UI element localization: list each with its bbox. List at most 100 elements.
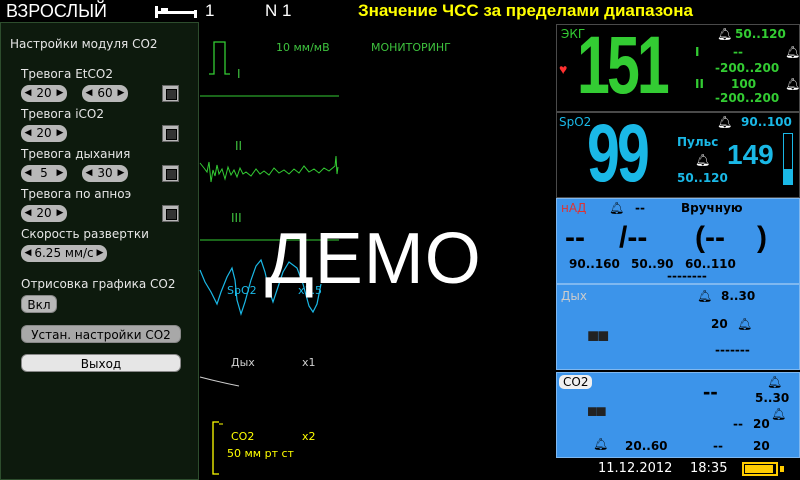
left-arrow-icon[interactable]: ◀ bbox=[23, 205, 33, 222]
etco2-alarm-checkbox[interactable] bbox=[162, 85, 179, 102]
hr-alarm-limits: 50..120 bbox=[735, 27, 786, 41]
sweep-speed-spinner[interactable]: ◀ 6.25 мм/с ▶ bbox=[21, 245, 107, 262]
nibp-systolic: -- bbox=[565, 221, 585, 254]
apnea-alarm-label: Тревога по апноэ bbox=[21, 187, 132, 201]
sweep-value: 6.25 мм/с bbox=[34, 246, 94, 260]
set-co2-settings-button[interactable]: Устан. настройки CO2 bbox=[21, 325, 181, 343]
rr-range: 20..60 bbox=[625, 439, 668, 453]
resp-high-value: 30 bbox=[97, 166, 113, 180]
resp-wave-label: Дых bbox=[231, 356, 255, 369]
monitor-mode: МОНИТОРИНГ bbox=[371, 41, 451, 54]
alarm-bell-icon: 🔔︎ bbox=[717, 115, 733, 129]
right-arrow-icon[interactable]: ▶ bbox=[55, 165, 65, 182]
sweep-label: Скорость развертки bbox=[21, 227, 149, 241]
nibp-sys-limits: 90..160 bbox=[569, 257, 620, 271]
etco2-high-value: 60 bbox=[97, 86, 113, 100]
right-arrow-icon[interactable]: ▶ bbox=[116, 85, 126, 102]
nibp-label: нАД bbox=[561, 201, 587, 215]
panel-title: Настройки модуля CO2 bbox=[10, 37, 158, 51]
resp-alarm-checkbox[interactable] bbox=[162, 165, 179, 182]
etco2-alarm-label: Тревога EtCO2 bbox=[21, 67, 113, 81]
nibp-mean-close: ) bbox=[757, 221, 767, 254]
nibp-mode: Вручную bbox=[681, 201, 743, 215]
right-arrow-icon[interactable]: ▶ bbox=[55, 125, 65, 142]
resp-panel[interactable]: Дых 🔔︎ 8..30 20 🔔︎ ■■ ------- bbox=[556, 284, 800, 370]
st-lead-2-value: 100 bbox=[731, 77, 757, 91]
pulse-label: Пульс bbox=[677, 135, 719, 149]
ecg-gain: 10 мм/мВ bbox=[276, 41, 330, 54]
apnea-spinner[interactable]: ◀ 20 ▶ bbox=[21, 205, 67, 222]
resp-alarm-limits: 8..30 bbox=[721, 289, 756, 303]
battery-tip bbox=[780, 466, 784, 472]
co2-wave-range: 50 мм рт ст bbox=[227, 447, 294, 460]
co2-wave-scale: x2 bbox=[302, 430, 316, 443]
ico2-alarm-checkbox[interactable] bbox=[162, 125, 179, 142]
alarm-bell-icon: 🔔︎ bbox=[697, 289, 713, 303]
date: 11.12.2012 bbox=[598, 461, 673, 476]
st-lead-2-range: -200..200 bbox=[715, 91, 780, 105]
draw-co2-toggle[interactable]: Вкл bbox=[21, 295, 57, 313]
apnea-value: 20 bbox=[36, 206, 52, 220]
time: 18:35 bbox=[690, 461, 728, 476]
draw-co2-label: Отрисовка графика CO2 bbox=[21, 277, 176, 291]
lead-i-label: I bbox=[237, 67, 241, 81]
ico2-spinner[interactable]: ◀ 20 ▶ bbox=[21, 125, 67, 142]
left-arrow-icon[interactable]: ◀ bbox=[23, 125, 33, 142]
bed-icon bbox=[155, 6, 197, 18]
network-label: N 1 bbox=[265, 1, 292, 20]
right-arrow-icon[interactable]: ▶ bbox=[55, 85, 65, 102]
bed-number: 1 bbox=[205, 1, 215, 20]
ico2-limit: 20 bbox=[753, 417, 770, 431]
st-lead-1-label: I bbox=[695, 45, 700, 59]
spo2-alarm-limits: 90..100 bbox=[741, 115, 792, 129]
alarm-bell-icon: 🔔︎ bbox=[593, 437, 609, 451]
rr-dash: -- bbox=[713, 439, 723, 453]
alarm-message: Значение ЧСС за пределами диапазона bbox=[358, 1, 693, 20]
ecg-panel[interactable]: ЭКГ ♥ 151 🔔︎ 50..120 I -- 🔔︎ -200..200 I… bbox=[556, 20, 800, 112]
ico2-dash: -- bbox=[733, 417, 743, 431]
resp-high-spinner[interactable]: ◀ 30 ▶ bbox=[82, 165, 128, 182]
right-arrow-icon[interactable]: ▶ bbox=[55, 205, 65, 222]
lead-iii-label: III bbox=[231, 211, 242, 225]
ico2-alarm-label: Тревога iCO2 bbox=[21, 107, 105, 121]
left-arrow-icon[interactable]: ◀ bbox=[84, 165, 94, 182]
ico2-value: 20 bbox=[36, 126, 52, 140]
nibp-dashes: -------- bbox=[667, 269, 707, 283]
resp-alarm-label: Тревога дыхания bbox=[21, 147, 131, 161]
demo-watermark: ДЕМО bbox=[265, 219, 482, 299]
ico2-value-display: ■■ bbox=[587, 401, 607, 421]
etco2-low-spinner[interactable]: ◀ 20 ▶ bbox=[21, 85, 67, 102]
etco2-high-spinner[interactable]: ◀ 60 ▶ bbox=[82, 85, 128, 102]
nibp-interval: -- bbox=[635, 201, 645, 215]
perfusion-bar bbox=[783, 133, 793, 185]
resp-wave-scale: x1 bbox=[302, 356, 316, 369]
left-arrow-icon[interactable]: ◀ bbox=[23, 165, 33, 182]
co2-wave-label: CO2 bbox=[231, 430, 255, 443]
lead-ii-label: II bbox=[235, 139, 243, 153]
patient-type[interactable]: ВЗРОСЛЫЙ bbox=[6, 1, 107, 22]
right-arrow-icon[interactable]: ▶ bbox=[116, 165, 126, 182]
co2-panel[interactable]: CO2 🔔︎ -- 5..30 🔔︎ ■■ -- 20 🔔︎ 20..60 --… bbox=[556, 372, 800, 458]
alarm-bell-icon: 🔔︎ bbox=[767, 375, 783, 389]
alarm-bell-icon: 🔔︎ bbox=[695, 153, 711, 167]
st-lead-1-value: -- bbox=[733, 45, 743, 59]
etco2-low-value: 20 bbox=[36, 86, 52, 100]
st-lead-2-label: II bbox=[695, 77, 704, 91]
alarm-bell-icon: 🔔︎ bbox=[609, 201, 625, 215]
apnea-alarm-checkbox[interactable] bbox=[162, 205, 179, 222]
spo2-wave-label: SpO2 bbox=[227, 284, 257, 297]
exit-button[interactable]: Выход bbox=[21, 354, 181, 372]
nibp-panel[interactable]: нАД 🔔︎ -- Вручную -- /-- (-- ) 90..160 5… bbox=[556, 198, 800, 284]
left-arrow-icon[interactable]: ◀ bbox=[84, 85, 94, 102]
alarm-bell-icon: 🔔︎ bbox=[785, 77, 800, 91]
perfusion-fill bbox=[784, 169, 792, 184]
co2-settings-panel: Настройки модуля CO2 Тревога EtCO2 ◀ 20 … bbox=[0, 22, 199, 480]
right-arrow-icon[interactable]: ▶ bbox=[95, 245, 105, 262]
left-arrow-icon[interactable]: ◀ bbox=[23, 85, 33, 102]
co2-label: CO2 bbox=[559, 375, 593, 389]
left-arrow-icon[interactable]: ◀ bbox=[23, 245, 33, 262]
spo2-panel[interactable]: SpO2 99 🔔︎ 90..100 Пульс 🔔︎ 149 50..120 bbox=[556, 108, 800, 199]
alarm-bell-icon: 🔔︎ bbox=[737, 317, 753, 331]
etco2-value: -- bbox=[703, 379, 718, 404]
resp-low-spinner[interactable]: ◀ 5 ▶ bbox=[21, 165, 67, 182]
